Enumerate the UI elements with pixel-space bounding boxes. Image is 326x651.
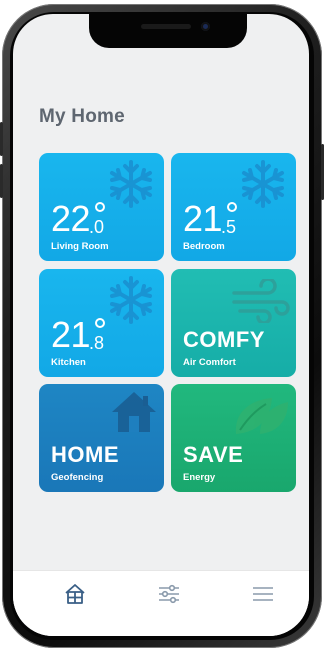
temperature-whole: 22 — [51, 198, 91, 239]
menu-icon — [253, 587, 273, 601]
temperature-readout: 21 .8 — [51, 314, 105, 357]
degree-symbol — [227, 202, 237, 212]
tile-energy[interactable]: SAVE Energy — [171, 384, 296, 492]
tile-air-comfort[interactable]: COMFY Air Comfort — [171, 269, 296, 377]
temperature-readout: 22 .0 — [51, 198, 105, 241]
speaker-grille — [141, 24, 191, 29]
wind-icon — [232, 279, 290, 323]
tab-menu[interactable] — [252, 583, 274, 605]
page-title: My Home — [39, 106, 125, 127]
temperature-decimal: .0 — [89, 217, 105, 237]
house-icon — [112, 392, 156, 432]
mode-word: COMFY — [183, 327, 265, 352]
front-camera — [201, 22, 210, 31]
tab-bar — [13, 570, 309, 636]
tile-label: Energy — [183, 472, 216, 483]
degree-symbol — [95, 318, 105, 328]
tile-kitchen[interactable]: 21 .8 Kitchen — [39, 269, 164, 377]
app-screen: My Home 22 .0 Living Room 21 .5 Bedroom … — [13, 14, 309, 636]
snowflake-icon — [242, 160, 284, 208]
tile-geofencing[interactable]: HOME Geofencing — [39, 384, 164, 492]
tile-label: Kitchen — [51, 357, 86, 368]
tile-label: Bedroom — [183, 241, 225, 252]
tab-home[interactable] — [64, 583, 86, 605]
tile-label: Geofencing — [51, 472, 104, 483]
snowflake-icon — [110, 160, 152, 208]
leaf-icon — [235, 398, 288, 434]
tab-settings-sliders[interactable] — [158, 583, 180, 605]
tile-label: Living Room — [51, 241, 109, 252]
temperature-whole: 21 — [51, 314, 91, 355]
tile-living-room[interactable]: 22 .0 Living Room — [39, 153, 164, 261]
power-button — [321, 144, 324, 200]
mode-word: HOME — [51, 442, 119, 467]
temperature-readout: 21 .5 — [183, 198, 237, 241]
volume-down-button — [0, 164, 3, 198]
notch — [89, 14, 247, 48]
sliders-icon — [159, 584, 179, 604]
temperature-decimal: .8 — [89, 333, 105, 353]
mode-word: SAVE — [183, 442, 244, 467]
temperature-decimal: .5 — [221, 217, 237, 237]
tile-bedroom[interactable]: 21 .5 Bedroom — [171, 153, 296, 261]
home-icon — [65, 584, 85, 604]
temperature-whole: 21 — [183, 198, 223, 239]
tile-label: Air Comfort — [183, 357, 236, 368]
snowflake-icon — [110, 276, 152, 324]
volume-up-button — [0, 122, 3, 156]
degree-symbol — [95, 202, 105, 212]
